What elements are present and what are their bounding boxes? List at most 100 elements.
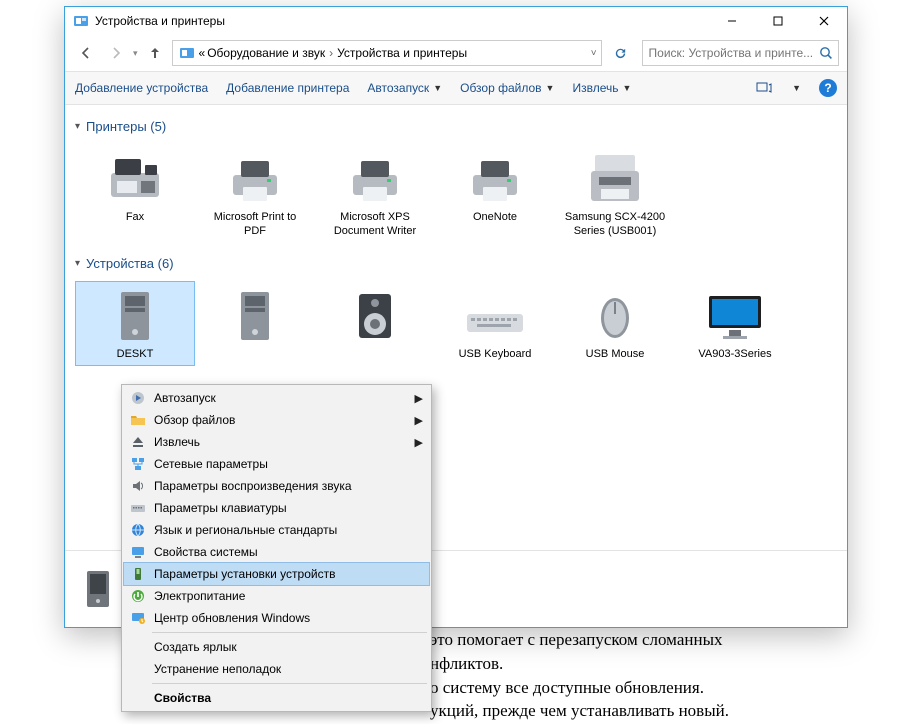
device-label: USB Keyboard — [459, 348, 532, 362]
printer-icon — [463, 151, 527, 207]
breadcrumb-item[interactable]: Устройства и принтеры — [337, 46, 467, 60]
breadcrumb-dropdown-icon[interactable]: ˅ — [591, 48, 597, 59]
context-menu-item[interactable]: Параметры установки устройств — [124, 563, 429, 585]
printer-item[interactable]: Samsung SCX-4200 Series (USB001) — [555, 144, 675, 244]
minimize-button[interactable] — [709, 7, 755, 35]
power-icon — [130, 588, 146, 604]
add-device-button[interactable]: Добавление устройства — [75, 81, 208, 95]
context-menu-item[interactable]: Свойства системы — [124, 541, 429, 563]
context-menu-item[interactable]: Извлечь▶ — [124, 431, 429, 453]
device-install-icon — [130, 566, 146, 582]
printer-icon — [103, 151, 167, 207]
printer-item[interactable]: Microsoft XPS Document Writer — [315, 144, 435, 244]
search-box[interactable] — [642, 40, 839, 66]
breadcrumb-item[interactable]: Оборудование и звук — [207, 46, 325, 60]
recent-dropdown-icon[interactable]: ▾ — [133, 48, 138, 59]
search-input[interactable] — [647, 45, 818, 61]
device-label: Fax — [126, 211, 144, 225]
context-menu-item[interactable]: Параметры воспроизведения звука — [124, 475, 429, 497]
view-options-button[interactable] — [754, 78, 774, 98]
blank-icon — [130, 639, 146, 655]
maximize-button[interactable] — [755, 7, 801, 35]
submenu-arrow-icon: ▶ — [415, 414, 423, 427]
group-title: Устройства (6) — [86, 256, 174, 271]
forward-button[interactable] — [103, 40, 129, 66]
close-button[interactable] — [801, 7, 847, 35]
device-label: USB Mouse — [586, 348, 645, 362]
device-label: VA903-3Series — [698, 348, 771, 362]
titlebar: Устройства и принтеры — [65, 7, 847, 35]
context-menu-item[interactable]: Язык и региональные стандарты — [124, 519, 429, 541]
back-button[interactable] — [73, 40, 99, 66]
context-menu-label: Извлечь — [154, 435, 200, 449]
device-icon — [223, 288, 287, 344]
device-label: DESKT — [117, 348, 154, 362]
device-icon — [703, 288, 767, 344]
breadcrumb-separator: › — [327, 46, 335, 60]
context-menu-label: Параметры воспроизведения звука — [154, 479, 352, 493]
context-menu-item[interactable]: Свойства — [124, 687, 429, 709]
context-menu-item[interactable]: Электропитание — [124, 585, 429, 607]
context-menu-item[interactable]: Параметры клавиатуры — [124, 497, 429, 519]
autoplay-menu[interactable]: Автозапуск▼ — [367, 81, 442, 95]
keyboard-icon — [130, 500, 146, 516]
device-icon — [463, 288, 527, 344]
selected-device-icon — [75, 565, 123, 613]
device-label: Samsung SCX-4200 Series (USB001) — [563, 211, 668, 239]
background-article-text: это помогает с перезапуском сломанных нф… — [430, 628, 729, 723]
context-menu-separator — [152, 683, 427, 684]
chevron-down-icon: ▾ — [75, 121, 80, 132]
folder-icon — [130, 412, 146, 428]
context-menu-item[interactable]: Центр обновления Windows — [124, 607, 429, 629]
up-button[interactable] — [142, 40, 168, 66]
autoplay-icon — [130, 390, 146, 406]
help-button[interactable]: ? — [819, 79, 837, 97]
view-options-dropdown-icon[interactable]: ▼ — [792, 83, 801, 93]
blank-icon — [130, 661, 146, 677]
context-menu-item[interactable]: Создать ярлык — [124, 636, 429, 658]
context-menu-label: Язык и региональные стандарты — [154, 523, 337, 537]
context-menu[interactable]: Автозапуск▶Обзор файлов▶Извлечь▶Сетевые … — [121, 384, 432, 712]
system-icon — [130, 544, 146, 560]
context-menu-item[interactable]: Обзор файлов ▶ — [124, 409, 429, 431]
context-menu-item[interactable]: Сетевые параметры — [124, 453, 429, 475]
chevron-down-icon: ▾ — [75, 258, 80, 269]
context-menu-label: Устранение неполадок — [154, 662, 281, 676]
device-item[interactable]: VA903-3Series — [675, 281, 795, 367]
device-item[interactable]: DESKT — [75, 281, 195, 367]
device-item[interactable] — [195, 281, 315, 367]
context-menu-item[interactable]: Автозапуск▶ — [124, 387, 429, 409]
context-menu-label: Параметры установки устройств — [154, 567, 335, 581]
search-icon[interactable] — [818, 45, 834, 61]
update-icon — [130, 610, 146, 626]
group-printers[interactable]: ▾ Принтеры (5) — [75, 119, 837, 134]
device-label: Microsoft XPS Document Writer — [323, 211, 428, 239]
printer-item[interactable]: OneNote — [435, 144, 555, 244]
context-menu-label: Создать ярлык — [154, 640, 237, 654]
device-label: OneNote — [473, 211, 517, 225]
control-panel-icon — [73, 13, 89, 29]
blank-icon — [130, 690, 146, 706]
group-devices[interactable]: ▾ Устройства (6) — [75, 256, 837, 271]
add-printer-button[interactable]: Добавление принтера — [226, 81, 349, 95]
device-item[interactable]: USB Mouse — [555, 281, 675, 367]
breadcrumb-prefix: « — [199, 46, 206, 60]
breadcrumb-path[interactable]: « Оборудование и звук › Устройства и при… — [199, 46, 468, 60]
breadcrumb[interactable]: « Оборудование и звук › Устройства и при… — [172, 40, 602, 66]
printer-item[interactable]: Microsoft Print to PDF — [195, 144, 315, 244]
refresh-button[interactable] — [610, 42, 632, 64]
context-menu-label: Параметры клавиатуры — [154, 501, 287, 515]
context-menu-label: Сетевые параметры — [154, 457, 268, 471]
device-item[interactable] — [315, 281, 435, 367]
eject-icon — [130, 434, 146, 450]
printer-item[interactable]: Fax — [75, 144, 195, 244]
context-menu-separator — [152, 632, 427, 633]
context-menu-label: Обзор файлов — [154, 413, 235, 427]
context-menu-label: Свойства системы — [154, 545, 258, 559]
browse-files-menu[interactable]: Обзор файлов▼ — [460, 81, 554, 95]
eject-menu[interactable]: Извлечь▼ — [572, 81, 631, 95]
device-item[interactable]: USB Keyboard — [435, 281, 555, 367]
context-menu-label: Центр обновления Windows — [154, 611, 310, 625]
context-menu-item[interactable]: Устранение неполадок — [124, 658, 429, 680]
submenu-arrow-icon: ▶ — [415, 392, 423, 405]
